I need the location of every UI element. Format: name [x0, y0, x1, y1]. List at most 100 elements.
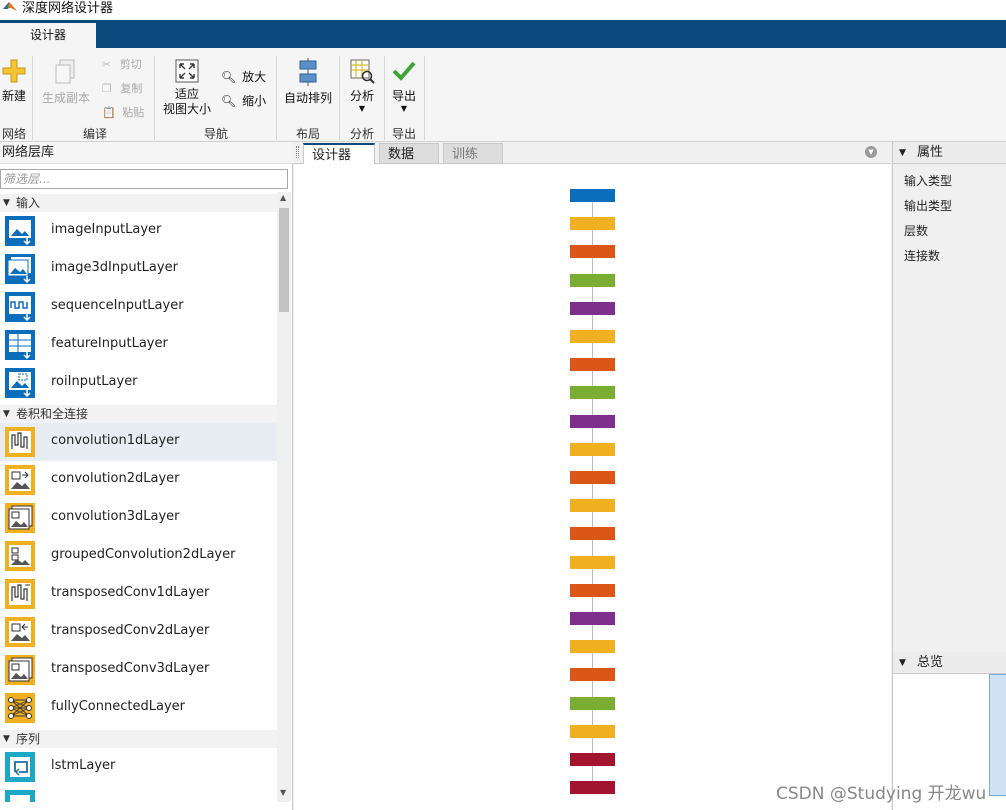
layer-label: convolution1dLayer — [51, 433, 180, 448]
window-title: 深度网络设计器 — [22, 1, 114, 16]
chevron-down-icon: ▼ — [899, 658, 906, 668]
scrollbar-thumb[interactable] — [279, 208, 289, 312]
layer-item[interactable]: groupedConvolution2dLayer — [0, 537, 277, 575]
layer-label: convolution3dLayer — [51, 509, 180, 524]
category-conv-fc[interactable]: ▼ 卷积和全连接 — [0, 405, 277, 423]
copy-label: 复制 — [120, 82, 143, 95]
lstm-icon — [5, 752, 35, 782]
network-layer-node[interactable] — [570, 640, 615, 654]
layer-item[interactable]: featureInputLayer — [0, 326, 277, 364]
network-layer-node[interactable] — [570, 612, 615, 625]
network-layer-node[interactable] — [570, 217, 615, 231]
layer-item[interactable]: transposedConv2dLayer — [0, 613, 277, 651]
network-layer-node[interactable] — [570, 527, 615, 541]
paste-button[interactable]: 📋 粘贴 — [102, 104, 144, 120]
analyze-label: 分析 — [349, 89, 374, 103]
zoom-out-icon: 🔍︎ — [221, 94, 237, 108]
group-label-compile: 编译 — [82, 127, 107, 141]
tab-designer[interactable]: 设计器 — [0, 23, 96, 48]
plus-icon — [2, 59, 26, 83]
layer-item[interactable]: lstmLayer — [0, 748, 277, 786]
layer-label: fullyConnectedLayer — [51, 699, 185, 714]
overview-viewport[interactable] — [989, 674, 1006, 796]
auto-arrange-button[interactable]: 自动排列 — [282, 58, 334, 106]
layer-item-partial[interactable] — [0, 786, 277, 802]
network-layer-node[interactable] — [570, 781, 615, 795]
network-layer-node[interactable] — [570, 471, 615, 484]
layer-item[interactable]: imageInputLayer — [0, 212, 277, 250]
filter-layers-input[interactable]: 筛选层... — [0, 169, 288, 189]
sequence-layer-icon — [5, 790, 35, 802]
property-num-connections: 连接数 — [904, 249, 941, 263]
fit-label-line1: 适应 — [174, 87, 199, 101]
paste-icon: 📋 — [102, 106, 116, 119]
layer-label: transposedConv2dLayer — [51, 623, 210, 638]
layer-item[interactable]: convolution2dLayer — [0, 461, 277, 499]
fit-view-button[interactable]: 适应 视图大小 — [160, 58, 214, 117]
network-layer-node[interactable] — [570, 358, 615, 372]
analyze-button[interactable]: 分析 ▼ — [344, 58, 380, 113]
zoom-in-button[interactable]: 🔍︎ 放大 — [221, 68, 266, 85]
transposed-conv2d-icon — [5, 617, 35, 647]
convolution2d-icon — [5, 465, 35, 495]
network-layer-node[interactable] — [570, 696, 615, 710]
network-layer-node[interactable] — [570, 499, 615, 513]
network-layer-node[interactable] — [570, 753, 615, 766]
layer-item[interactable]: fullyConnectedLayer — [0, 689, 277, 727]
layer-label: roiInputLayer — [51, 374, 138, 389]
network-layer-node[interactable] — [570, 555, 615, 569]
layer-item[interactable]: convolution1dLayer — [0, 423, 277, 461]
convolution1d-icon — [5, 427, 35, 457]
fully-connected-icon — [5, 693, 35, 723]
layer-item[interactable]: convolution3dLayer — [0, 499, 277, 537]
network-canvas[interactable] — [294, 164, 891, 810]
duplicate-button[interactable]: 生成副本 — [40, 58, 92, 106]
network-layer-node[interactable] — [570, 583, 615, 597]
layer-library-panel: 网络层库 筛选层... ▼ 输入 imageInputLayer image3d… — [0, 142, 293, 810]
network-layer-node[interactable] — [570, 386, 615, 400]
category-sequence[interactable]: ▼ 序列 — [0, 730, 277, 748]
properties-header[interactable]: ▼ 属性 — [893, 142, 1006, 164]
tab-training[interactable]: 训练 — [443, 143, 503, 164]
zoom-out-label: 缩小 — [242, 94, 267, 108]
tab-options-icon[interactable]: ▼ — [865, 146, 877, 158]
fit-to-view-icon — [175, 59, 199, 83]
property-num-layers: 层数 — [904, 224, 929, 238]
scissors-icon: ✂ — [102, 58, 112, 71]
layer-label: lstmLayer — [51, 758, 116, 773]
network-layer-node[interactable] — [570, 301, 615, 315]
network-layer-node[interactable] — [570, 724, 615, 738]
scroll-up-arrow-icon[interactable]: ▲ — [280, 193, 286, 202]
network-layer-node[interactable] — [570, 273, 615, 287]
copy-button[interactable]: ❐ 复制 — [102, 80, 142, 96]
tab-designer-canvas[interactable]: 设计器 — [303, 143, 375, 164]
layer-item[interactable]: sequenceInputLayer — [0, 288, 277, 326]
layer-item[interactable]: roiInputLayer — [0, 364, 277, 402]
chevron-down-icon: ▼ — [3, 409, 10, 419]
layer-item[interactable]: transposedConv3dLayer — [0, 651, 277, 689]
duplicate-label: 生成副本 — [41, 91, 90, 105]
zoom-out-button[interactable]: 🔍︎ 缩小 — [221, 92, 266, 109]
layer-item[interactable]: transposedConv1dLayer — [0, 575, 277, 613]
category-input[interactable]: ▼ 输入 — [0, 194, 277, 212]
overview-title: 总览 — [917, 655, 944, 670]
layer-item[interactable]: image3dInputLayer — [0, 250, 277, 288]
scroll-down-arrow-icon[interactable]: ▼ — [280, 788, 286, 797]
image-input-icon — [5, 216, 35, 246]
layer-label: groupedConvolution2dLayer — [51, 547, 236, 562]
transposed-conv1d-icon — [5, 579, 35, 609]
new-button[interactable]: 新建 — [0, 58, 28, 104]
separator — [384, 56, 385, 140]
network-layer-node[interactable] — [570, 330, 615, 343]
network-layer-node[interactable] — [570, 245, 615, 259]
network-layer-node[interactable] — [570, 668, 615, 682]
layer-list-scrollbar[interactable]: ▲ ▼ — [277, 192, 291, 802]
export-button[interactable]: 导出 ▼ — [388, 58, 420, 113]
tab-data[interactable]: 数据 — [379, 143, 439, 164]
network-layer-node[interactable] — [570, 414, 615, 428]
network-layer-node[interactable] — [570, 442, 615, 456]
property-output-type: 输出类型 — [904, 199, 953, 213]
overview-header[interactable]: ▼ 总览 — [893, 652, 1006, 674]
network-layer-node[interactable] — [570, 189, 615, 202]
cut-button[interactable]: ✂ 剪切 — [102, 56, 142, 72]
